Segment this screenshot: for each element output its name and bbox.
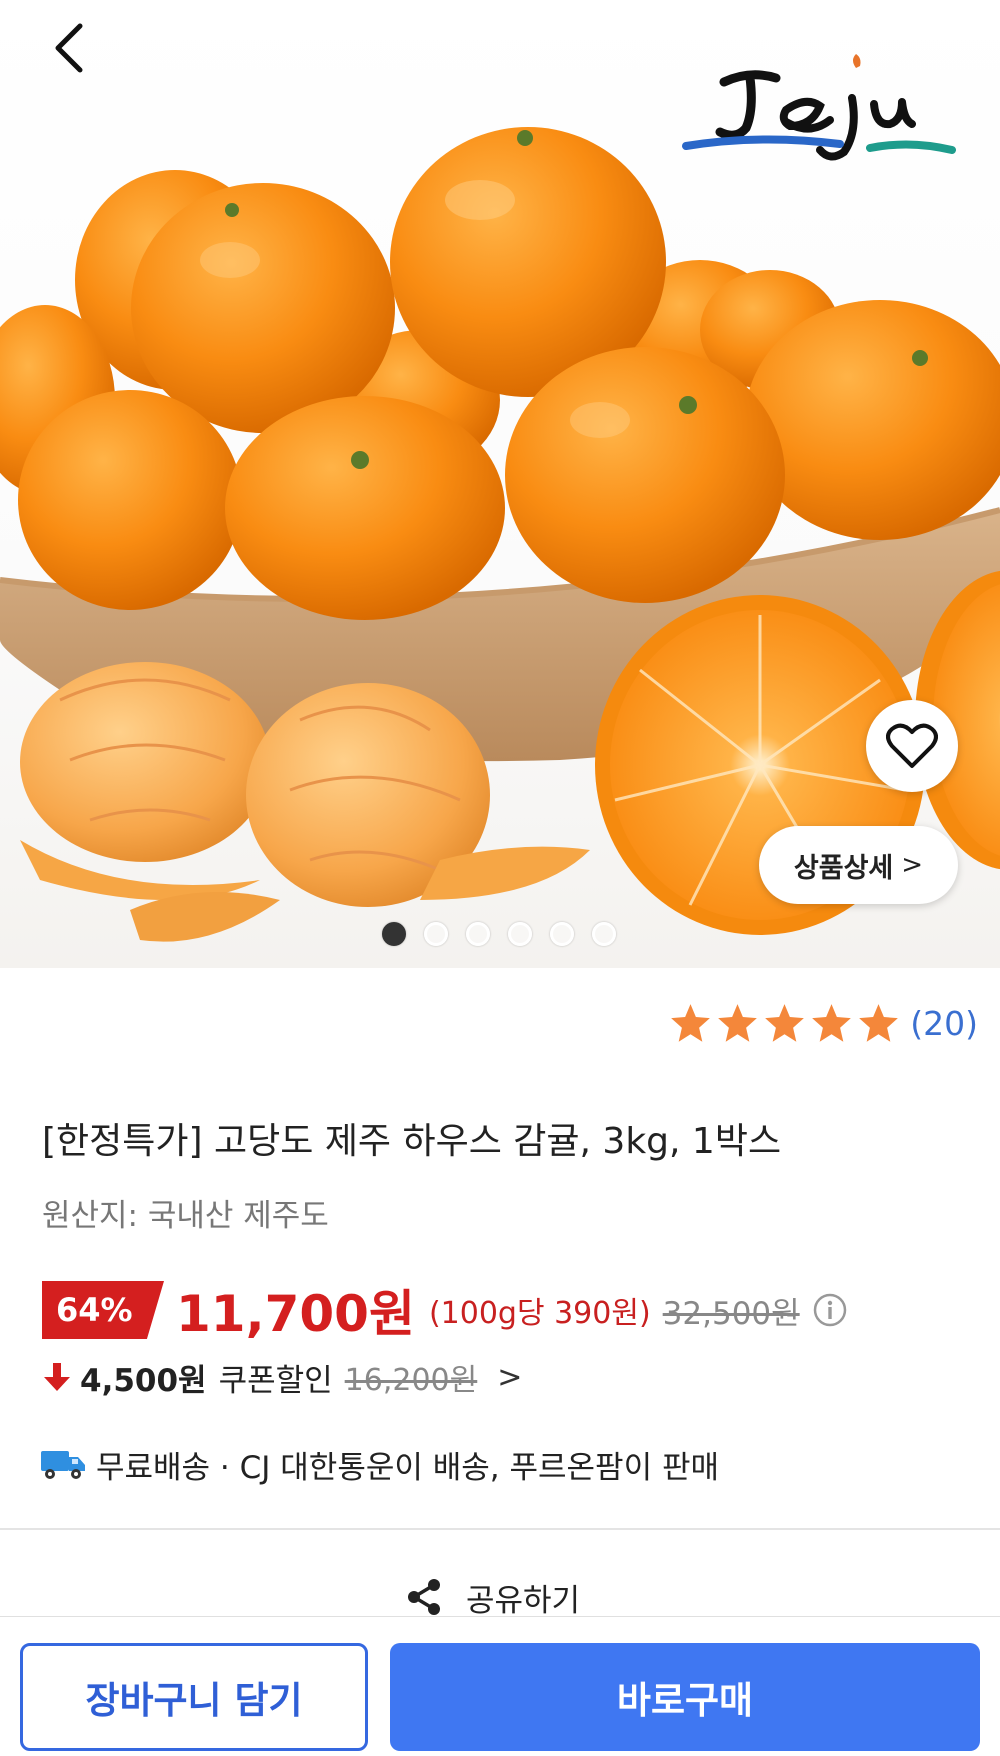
- price-row: 64% 11,700원 (100g당 390원) 32,500원: [42, 1278, 848, 1343]
- shipping-info: 무료배송 · CJ 대한통운이 배송, 푸르온팜이 판매: [40, 1438, 719, 1490]
- star-icon: [671, 1004, 711, 1042]
- buy-now-button[interactable]: 바로구매: [390, 1643, 980, 1751]
- coupon-amount: 4,500원: [80, 1362, 207, 1399]
- info-icon[interactable]: [812, 1292, 848, 1328]
- review-count[interactable]: (20): [910, 1004, 978, 1043]
- back-button[interactable]: [40, 14, 104, 78]
- jeju-logo: [680, 40, 960, 170]
- carousel-dot[interactable]: [382, 922, 406, 946]
- add-to-cart-button[interactable]: 장바구니 담기: [20, 1643, 368, 1751]
- jeju-logo-mark: [682, 54, 956, 161]
- chevron-left-icon: [55, 23, 83, 73]
- chevron-right-icon: >: [901, 850, 924, 880]
- product-origin: 원산지: 국내산 제주도: [42, 1198, 329, 1234]
- discount-rate: 64%: [56, 1291, 133, 1329]
- buy-now-label: 바로구매: [616, 1679, 754, 1722]
- sale-price: 11,700원: [176, 1285, 415, 1343]
- coupon-label: 쿠폰할인: [218, 1362, 333, 1399]
- discount-badge: 64%: [42, 1281, 164, 1339]
- arrow-down-icon: [44, 1363, 70, 1391]
- carousel-dot[interactable]: [424, 922, 448, 946]
- share-label: 공유하기: [466, 1582, 581, 1619]
- product-detail-button[interactable]: 상품상세 >: [759, 826, 958, 904]
- wishlist-button[interactable]: [866, 700, 958, 792]
- star-icon: [859, 1004, 899, 1042]
- chevron-right-icon: >: [497, 1359, 523, 1395]
- shipping-text: 무료배송 · CJ 대한통운이 배송, 푸르온팜이 판매: [96, 1449, 719, 1486]
- product-image-carousel[interactable]: 상품상세 >: [0, 0, 1000, 968]
- product-title: [한정특가] 고당도 제주 하우스 감귤, 3kg, 1박스: [42, 1121, 782, 1162]
- share-button[interactable]: 공유하기: [404, 1572, 580, 1622]
- unit-price: (100g당 390원): [428, 1296, 651, 1331]
- coupon-price-before: 16,200원: [344, 1363, 478, 1398]
- share-icon: [408, 1579, 440, 1615]
- star-icon: [718, 1004, 758, 1042]
- heart-icon: [886, 723, 938, 768]
- rating-summary[interactable]: (20): [669, 1002, 978, 1045]
- carousel-dot[interactable]: [550, 922, 574, 946]
- product-detail-label: 상품상세: [793, 852, 894, 884]
- add-to-cart-label: 장바구니 담기: [85, 1679, 303, 1722]
- bottom-action-bar: 장바구니 담기 바로구매: [0, 1616, 1000, 1756]
- carousel-dot[interactable]: [508, 922, 532, 946]
- carousel-indicator: [382, 922, 616, 946]
- divider: [0, 1528, 1000, 1530]
- coupon-discount-row[interactable]: 4,500원 쿠폰할인 16,200원 >: [42, 1352, 522, 1402]
- carousel-dot[interactable]: [466, 922, 490, 946]
- truck-icon: [41, 1451, 85, 1479]
- star-icon: [812, 1004, 852, 1042]
- carousel-dot[interactable]: [592, 922, 616, 946]
- star-icon: [765, 1004, 805, 1042]
- original-price: 32,500원: [662, 1295, 800, 1332]
